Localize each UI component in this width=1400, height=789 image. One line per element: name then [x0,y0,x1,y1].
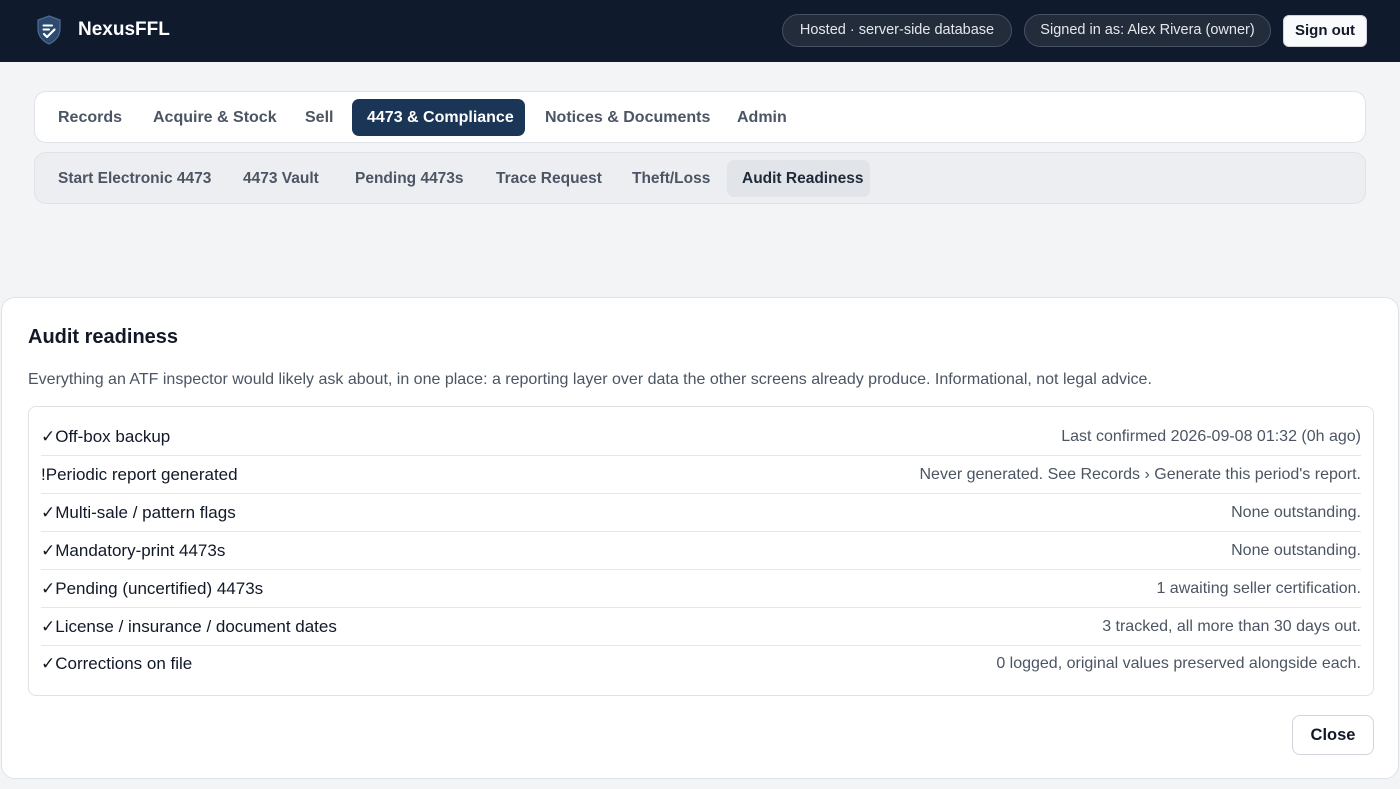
checklist-row-periodic-report: ! Periodic report generated Never generat… [41,456,1361,494]
check-icon: ✓ [41,540,56,560]
main-nav: Records Acquire & Stock Sell 4473 & Comp… [34,91,1366,143]
check-icon: ✓ [41,578,56,598]
tab-notices-documents[interactable]: Notices & Documents [530,99,725,136]
checklist-item-status: 3 tracked, all more than 30 days out. [1102,617,1361,635]
tab-records[interactable]: Records [43,99,137,136]
subtab-theft-loss[interactable]: Theft/Loss [617,160,725,197]
subtab-4473-vault[interactable]: 4473 Vault [228,160,334,197]
audit-readiness-dialog: Audit readiness Everything an ATF inspec… [1,297,1399,779]
sign-out-button[interactable]: Sign out [1283,15,1367,47]
dialog-description: Everything an ATF inspector would likely… [28,371,1152,388]
top-bar: NexusFFL Hosted · server-side database S… [0,0,1400,62]
checklist-item-status: Last confirmed 2026-09-08 01:32 (0h ago) [1061,427,1361,445]
audit-checklist: ✓ Off-box backup Last confirmed 2026-09-0… [28,406,1374,696]
tab-admin[interactable]: Admin [722,99,802,136]
checklist-item-label: Corrections on file [55,654,193,673]
tab-sell[interactable]: Sell [290,99,348,136]
tab-4473-compliance[interactable]: 4473 & Compliance [352,99,525,136]
signed-in-badge: Signed in as: Alex Rivera (owner) [1024,14,1271,47]
checklist-row-pending-4473s: ✓ Pending (uncertified) 4473s 1 awaiting … [41,570,1361,608]
checklist-row-off-box-backup: ✓ Off-box backup Last confirmed 2026-09-0… [41,418,1361,456]
checklist-item-status: 1 awaiting seller certification. [1156,579,1361,597]
dialog-title: Audit readiness [28,326,179,348]
check-icon: ✓ [41,654,56,673]
checklist-item-label: Pending (uncertified) 4473s [55,578,264,598]
checklist-row-multi-sale-flags: ✓ Multi-sale / pattern flags None outstan… [41,494,1361,532]
checklist-item-label: Off-box backup [55,426,171,446]
hosting-badge: Hosted · server-side database [782,14,1012,47]
close-button[interactable]: Close [1292,715,1374,755]
check-icon: ✓ [41,426,56,446]
checklist-item-label: Periodic report generated [45,464,238,484]
checklist-row-mandatory-print: ✓ Mandatory-print 4473s None outstanding. [41,532,1361,570]
check-icon: ✓ [41,502,56,522]
sub-nav: Start Electronic 4473 4473 Vault Pending… [34,152,1366,204]
check-icon: ✓ [41,616,56,636]
shield-check-icon [36,15,62,45]
subtab-pending-4473s[interactable]: Pending 4473s [340,160,479,197]
subtab-trace-request[interactable]: Trace Request [481,160,617,197]
subtab-start-electronic-4473[interactable]: Start Electronic 4473 [43,160,226,197]
subtab-audit-readiness[interactable]: Audit Readiness [727,160,870,197]
checklist-item-status: None outstanding. [1231,503,1361,521]
checklist-row-document-dates: ✓ License / insurance / document dates 3 … [41,608,1361,646]
checklist-item-label: Mandatory-print 4473s [55,540,226,560]
brand: NexusFFL [36,15,170,45]
checklist-item-status: None outstanding. [1231,541,1361,559]
app-name: NexusFFL [78,19,170,40]
checklist-item-status: 0 logged, original values preserved alon… [996,655,1361,672]
checklist-item-label: Multi-sale / pattern flags [55,502,236,522]
tab-acquire-stock[interactable]: Acquire & Stock [138,99,292,136]
checklist-row-corrections: ✓ Corrections on file 0 logged, original … [41,645,1361,683]
checklist-item-label: License / insurance / document dates [55,616,337,636]
checklist-item-status: Never generated. See Records › Generate … [919,465,1361,483]
